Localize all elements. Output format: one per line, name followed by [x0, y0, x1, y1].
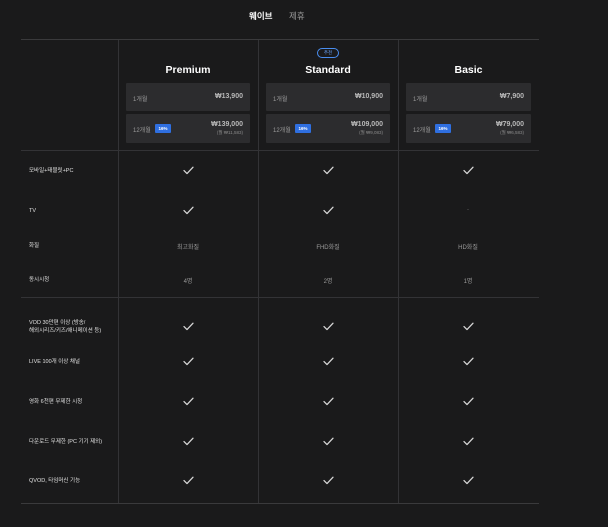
- check-icon: [398, 357, 538, 366]
- monthly-price-option[interactable]: 1개월 ₩13,900: [126, 83, 250, 111]
- check-icon: [118, 397, 258, 406]
- check-icon: [398, 397, 538, 406]
- check-icon: [258, 357, 398, 366]
- check-icon: [258, 437, 398, 446]
- discount-badge: 16%: [435, 124, 451, 133]
- period-label: 1개월: [413, 97, 428, 103]
- period-label: 1개월: [133, 97, 148, 103]
- feature-value: 1명: [463, 279, 473, 285]
- not-available-dash: -: [467, 207, 469, 213]
- recommended-badge: 추천: [317, 48, 339, 58]
- row-divider: [21, 150, 539, 151]
- check-icon: [118, 206, 258, 215]
- plan-name: Premium: [165, 64, 211, 76]
- yearly-price-option[interactable]: 12개월 16% ₩109,000 (월 ₩9,083): [266, 114, 390, 143]
- per-month-price: (월 ₩6,583): [500, 130, 524, 135]
- feature-label: 모바일+태블릿+PC: [29, 168, 74, 174]
- period-label: 12개월: [413, 128, 431, 134]
- period-label: 12개월: [273, 128, 291, 134]
- feature-value: FHD화질: [316, 245, 340, 251]
- check-icon: [258, 397, 398, 406]
- check-icon: [258, 476, 398, 485]
- period-label: 12개월: [133, 128, 151, 134]
- plan-comparison-table: Premium 1개월 ₩13,900 12개월 16% ₩139,000 (월…: [21, 39, 539, 504]
- feature-label: TV: [29, 208, 37, 214]
- feature-value: HD화질: [458, 245, 478, 251]
- feature-label: 다운로드 무제한 (PC 기기 제외): [29, 439, 103, 445]
- row-divider: [21, 297, 539, 298]
- feature-label: 동시시청: [29, 277, 50, 283]
- check-icon: [118, 166, 258, 175]
- check-icon: [118, 437, 258, 446]
- check-icon: [118, 476, 258, 485]
- tab-wavve[interactable]: 웨이브: [249, 9, 272, 23]
- feature-value: 최고화질: [176, 245, 200, 251]
- price: ₩79,000: [495, 121, 524, 128]
- yearly-price-option[interactable]: 12개월 16% ₩79,000 (월 ₩6,583): [406, 114, 531, 143]
- feature-value: 2명: [323, 279, 333, 285]
- feature-value: 4명: [183, 279, 193, 285]
- price: ₩109,000: [351, 121, 383, 128]
- plan-premium: Premium 1개월 ₩13,900 12개월 16% ₩139,000 (월…: [118, 40, 258, 150]
- plan-basic: Basic 1개월 ₩7,900 12개월 16% ₩79,000 (월 ₩6,…: [398, 40, 539, 150]
- plan-standard: 추천 Standard 1개월 ₩10,900 12개월 16% ₩109,00…: [258, 40, 398, 150]
- monthly-price-option[interactable]: 1개월 ₩10,900: [266, 83, 390, 111]
- price: ₩10,900: [354, 93, 383, 100]
- per-month-price: (월 ₩9,083): [359, 130, 383, 135]
- check-icon: [118, 322, 258, 331]
- plan-name: Standard: [305, 64, 351, 76]
- check-icon: [398, 476, 538, 485]
- tab-partner[interactable]: 제휴: [289, 9, 305, 23]
- period-label: 1개월: [273, 97, 288, 103]
- feature-label: VOD 30만편 이상 (방송/해외시리즈/키즈/애니메이션 등): [29, 320, 102, 334]
- check-icon: [398, 166, 538, 175]
- check-icon: [258, 166, 398, 175]
- check-icon: [398, 437, 538, 446]
- feature-label: 영화 6천편 무제한 시청: [29, 399, 83, 405]
- price: ₩7,900: [499, 93, 524, 100]
- yearly-price-option[interactable]: 12개월 16% ₩139,000 (월 ₩11,583): [126, 114, 250, 143]
- price: ₩13,900: [214, 93, 243, 100]
- feature-label: 화질: [29, 243, 40, 249]
- feature-label: QVOD, 타임머신 기능: [29, 478, 81, 484]
- discount-badge: 16%: [295, 124, 311, 133]
- check-icon: [258, 206, 398, 215]
- monthly-price-option[interactable]: 1개월 ₩7,900: [406, 83, 531, 111]
- check-icon: [398, 322, 538, 331]
- plan-name: Basic: [454, 64, 483, 76]
- check-icon: [118, 357, 258, 366]
- tab-bar: 웨이브 제휴: [0, 9, 608, 23]
- discount-badge: 16%: [155, 124, 171, 133]
- feature-label: LIVE 100개 이상 채널: [29, 359, 80, 365]
- check-icon: [258, 322, 398, 331]
- per-month-price: (월 ₩11,583): [216, 130, 243, 135]
- price: ₩139,000: [211, 121, 243, 128]
